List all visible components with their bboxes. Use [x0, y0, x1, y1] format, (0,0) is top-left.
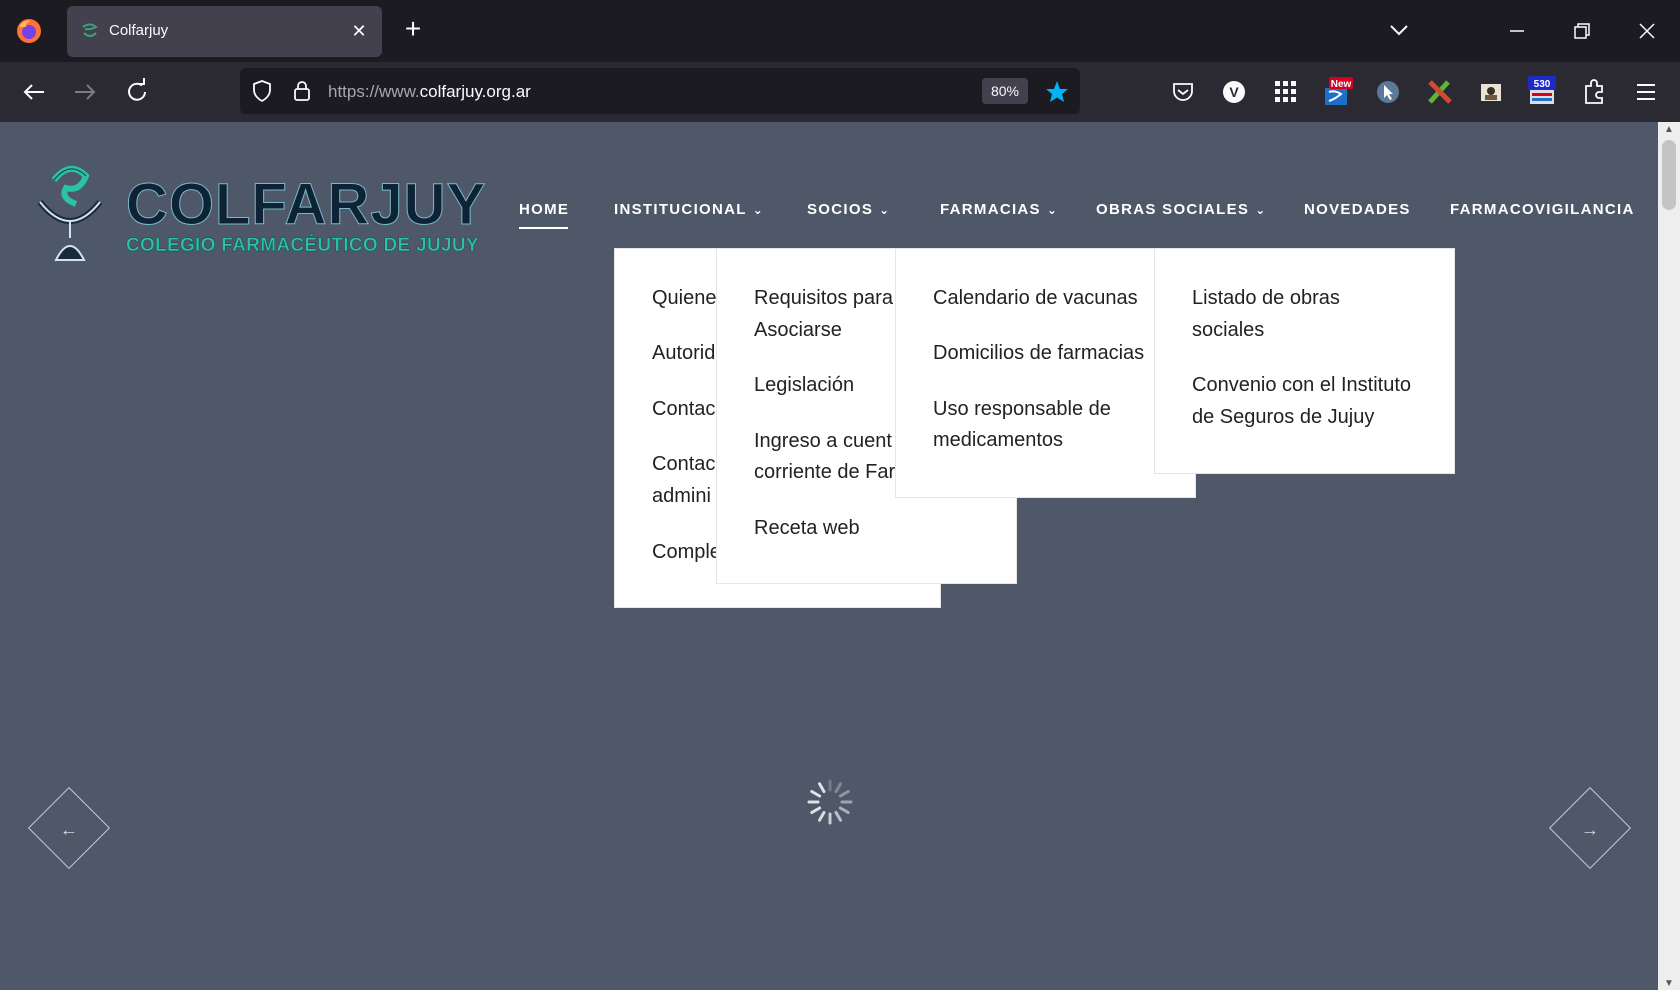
counter-extension-badge: 530 — [1534, 79, 1551, 90]
active-tab[interactable]: Colfarjuy ✕ — [67, 6, 382, 57]
pencil-extension-icon[interactable] — [1424, 76, 1456, 108]
tab-list-chevron-icon[interactable] — [1387, 18, 1411, 42]
menu-item-convenio-instituto[interactable]: Convenio con el Instituto — [1192, 370, 1411, 401]
menu-item-uso-responsable[interactable]: Uso responsable de — [933, 394, 1111, 425]
slider-prev-button[interactable]: ← — [27, 786, 111, 870]
menu-item-requisitos-line2[interactable]: Asociarse — [754, 315, 842, 346]
browser-toolbar: https://www.colfarjuy.org.ar 80% V New 5… — [0, 62, 1680, 122]
back-arrow-icon[interactable] — [18, 76, 50, 108]
menu-item-legislacion[interactable]: Legislación — [754, 370, 854, 401]
menu-item-receta-web[interactable]: Receta web — [754, 513, 860, 544]
tab-title: Colfarjuy — [109, 22, 169, 39]
url-prefix: https://www. — [328, 82, 420, 101]
address-bar[interactable]: https://www.colfarjuy.org.ar 80% — [240, 68, 1080, 114]
photo-extension-icon[interactable] — [1475, 76, 1507, 108]
colfarjuy-logo-icon[interactable] — [30, 160, 110, 264]
dropdown-obras-sociales: Listado de obras sociales Convenio con e… — [1154, 248, 1455, 474]
news-extension-icon[interactable]: New — [1321, 76, 1353, 108]
nav-socios-label: SOCIOS — [807, 201, 874, 218]
loading-spinner-icon — [807, 779, 853, 825]
url-domain: colfarjuy.org.ar — [419, 82, 531, 101]
dropdown-farmacias: Calendario de vacunas Domicilios de farm… — [895, 248, 1196, 498]
menu-item-listado-obras[interactable]: Listado de obras — [1192, 283, 1340, 314]
menu-item-quienes[interactable]: Quiene — [652, 283, 717, 314]
forward-arrow-icon[interactable] — [69, 76, 101, 108]
tracking-protection-shield-icon[interactable] — [250, 79, 274, 103]
menu-item-autoridades[interactable]: Autorid — [652, 338, 715, 369]
nav-institucional[interactable]: INSTITUCIONAL ⌄ — [614, 201, 764, 227]
window-minimize-icon[interactable] — [1502, 16, 1532, 46]
menu-item-ingreso-cuenta[interactable]: Ingreso a cuent — [754, 426, 892, 457]
menu-item-uso-responsable-line2[interactable]: medicamentos — [933, 425, 1063, 456]
nav-farmacovigilancia-label: FARMACOVIGILANCIA — [1450, 201, 1635, 218]
bookmark-star-icon[interactable] — [1044, 79, 1070, 105]
window-close-icon[interactable] — [1632, 16, 1662, 46]
web-page: COLFARJUY COLEGIO FARMACÉUTICO DE JUJUY … — [0, 122, 1658, 990]
menu-item-domicilios-farmacias[interactable]: Domicilios de farmacias — [933, 338, 1144, 369]
news-extension-badge: New — [1331, 79, 1352, 90]
arrow-left-icon: ← — [60, 819, 78, 840]
chevron-down-icon: ⌄ — [1046, 203, 1059, 217]
nav-home-label: HOME — [519, 201, 570, 218]
browser-tab-bar: Colfarjuy ✕ + — [0, 0, 1680, 62]
scrollbar-thumb[interactable] — [1662, 140, 1676, 210]
vimeo-icon[interactable]: V — [1218, 76, 1250, 108]
counter-extension-icon[interactable]: 530 — [1526, 76, 1558, 108]
window-restore-icon[interactable] — [1567, 16, 1597, 46]
nav-novedades[interactable]: NOVEDADES — [1304, 201, 1411, 227]
arrow-right-icon: → — [1581, 819, 1599, 840]
menu-item-listado-obras-line2[interactable]: sociales — [1192, 315, 1264, 346]
reload-icon[interactable] — [121, 76, 153, 108]
nav-socios[interactable]: SOCIOS ⌄ — [807, 201, 891, 227]
menu-item-requisitos[interactable]: Requisitos para — [754, 283, 893, 314]
nav-institucional-label: INSTITUCIONAL — [614, 201, 747, 218]
nav-home[interactable]: HOME — [519, 201, 569, 227]
nav-farmacias[interactable]: FARMACIAS ⌄ — [940, 201, 1058, 227]
menu-item-contacto-admin[interactable]: Contac — [652, 449, 715, 480]
menu-item-complejo[interactable]: Comple — [652, 537, 721, 568]
menu-item-calendario-vacunas[interactable]: Calendario de vacunas — [933, 283, 1138, 314]
tab-close-icon[interactable]: ✕ — [346, 18, 372, 44]
chevron-down-icon: ⌄ — [1255, 203, 1267, 217]
page-scrollbar[interactable]: ▲ ▼ — [1658, 122, 1680, 990]
chevron-down-icon: ⌄ — [879, 203, 891, 217]
nav-obras-sociales-label: OBRAS SOCIALES — [1096, 201, 1250, 218]
nav-home-underline — [519, 227, 568, 229]
menu-item-contacto[interactable]: Contac — [652, 394, 715, 425]
menu-item-convenio-instituto-line2[interactable]: de Seguros de Jujuy — [1192, 402, 1374, 433]
cursor-extension-icon[interactable] — [1372, 76, 1404, 108]
menu-item-ingreso-cuenta-line2[interactable]: corriente de Far — [754, 457, 895, 488]
svg-text:V: V — [1229, 84, 1239, 100]
logo-subtitle: COLEGIO FARMACÉUTICO DE JUJUY — [126, 235, 479, 256]
menu-icon[interactable] — [1630, 76, 1662, 108]
slider-next-button[interactable]: → — [1548, 786, 1632, 870]
nav-obras-sociales[interactable]: OBRAS SOCIALES ⌄ — [1096, 201, 1267, 227]
colfarjuy-favicon-icon — [82, 23, 98, 37]
apps-grid-icon[interactable] — [1270, 76, 1302, 108]
new-tab-button[interactable]: + — [399, 15, 427, 44]
scroll-down-icon[interactable]: ▼ — [1664, 978, 1674, 989]
pocket-icon[interactable] — [1167, 76, 1199, 108]
nav-novedades-label: NOVEDADES — [1304, 201, 1411, 218]
logo-name[interactable]: COLFARJUY — [125, 175, 486, 234]
menu-item-contacto-admin-line2[interactable]: admini — [652, 481, 711, 512]
nav-farmacias-label: FARMACIAS — [940, 201, 1041, 218]
url-text[interactable]: https://www.colfarjuy.org.ar — [328, 82, 531, 102]
scroll-up-icon[interactable]: ▲ — [1664, 124, 1674, 135]
lock-icon[interactable] — [290, 79, 314, 103]
zoom-level-badge[interactable]: 80% — [982, 78, 1028, 104]
nav-farmacovigilancia[interactable]: FARMACOVIGILANCIA — [1450, 201, 1635, 227]
extensions-puzzle-icon[interactable] — [1578, 76, 1610, 108]
firefox-logo-icon[interactable] — [15, 17, 43, 45]
chevron-down-icon: ⌄ — [752, 203, 765, 217]
